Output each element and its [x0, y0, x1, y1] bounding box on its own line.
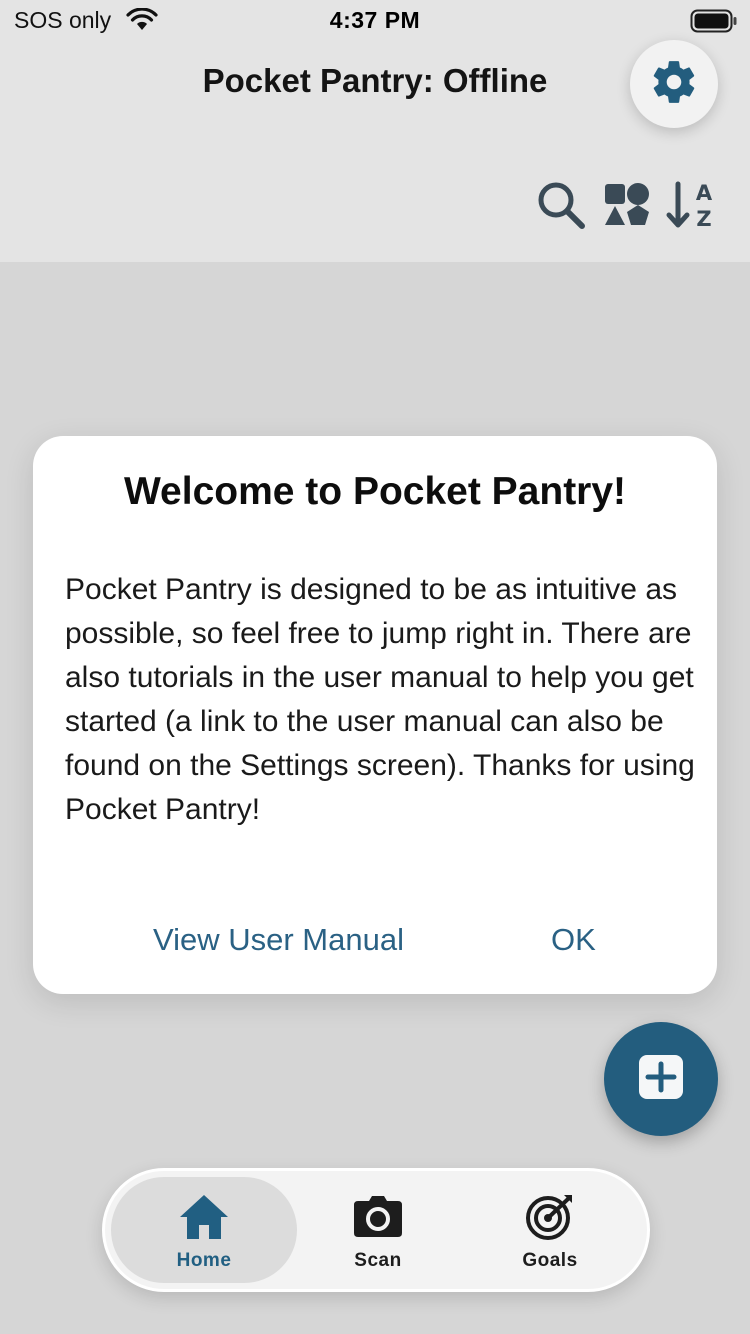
tab-scan-label: Scan: [354, 1250, 402, 1271]
tab-home-label: Home: [176, 1250, 232, 1271]
tab-scan[interactable]: Scan: [285, 1177, 471, 1283]
search-icon: [534, 182, 588, 236]
search-button[interactable]: [534, 178, 588, 237]
dialog-message: Pocket Pantry is designed to be as intui…: [65, 573, 695, 826]
dialog-title: Welcome to Pocket Pantry!: [123, 470, 627, 513]
home-icon: [178, 1193, 230, 1246]
sort-az-icon: A Z: [666, 181, 722, 236]
bottom-nav: Home Scan Goals: [102, 1168, 650, 1292]
view-user-manual-button[interactable]: View User Manual: [153, 922, 404, 958]
gear-icon: [649, 57, 699, 112]
sort-button[interactable]: A Z: [666, 178, 722, 237]
svg-text:A: A: [696, 181, 713, 205]
camera-icon: [352, 1193, 404, 1246]
svg-text:Z: Z: [696, 207, 711, 231]
status-bar: SOS only 4:37 PM: [0, 0, 750, 40]
category-filter-button[interactable]: [603, 178, 651, 233]
battery-icon: [690, 9, 738, 39]
target-icon: [524, 1193, 576, 1246]
plus-square-icon: [637, 1053, 685, 1106]
ok-button[interactable]: OK: [551, 922, 596, 958]
tab-home[interactable]: Home: [111, 1177, 297, 1283]
welcome-dialog: Welcome to Pocket Pantry! Pocket Pantry …: [33, 436, 717, 994]
settings-button[interactable]: [630, 40, 718, 128]
tab-goals-label: Goals: [522, 1250, 578, 1271]
shapes-icon: [603, 183, 651, 232]
status-time: 4:37 PM: [329, 7, 421, 33]
add-item-button[interactable]: [604, 1022, 718, 1136]
tab-goals[interactable]: Goals: [457, 1177, 643, 1283]
